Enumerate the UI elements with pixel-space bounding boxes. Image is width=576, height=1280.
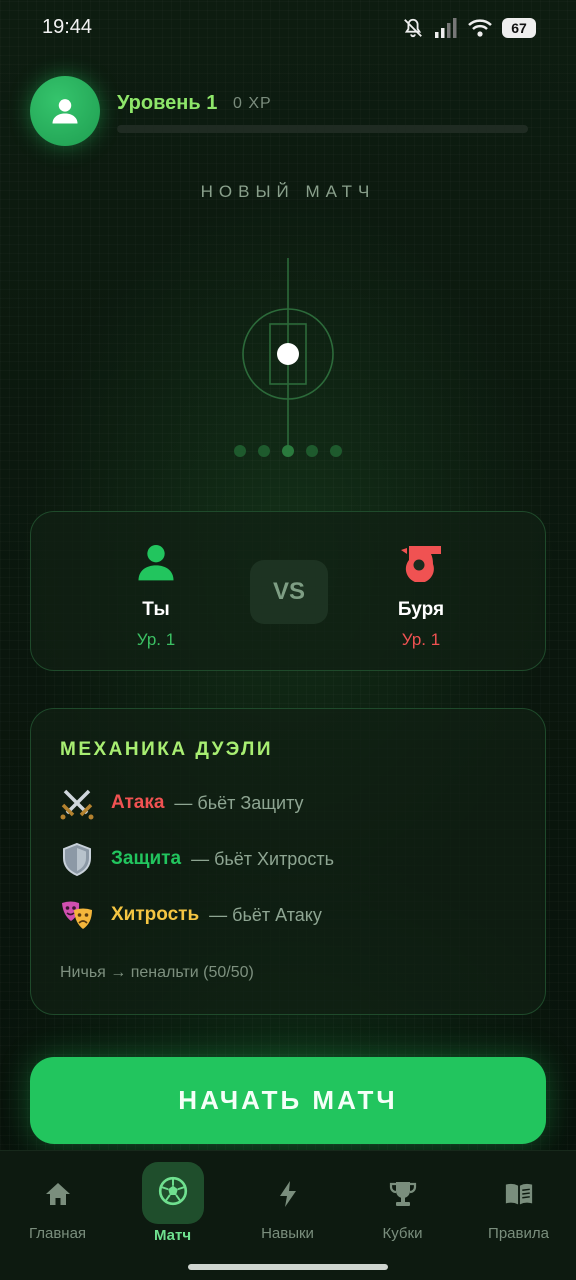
theater-masks-icon xyxy=(62,901,92,929)
nav-item-home[interactable]: Главная xyxy=(0,1151,115,1251)
opponent-name: Буря xyxy=(397,599,445,620)
mute-icon xyxy=(404,18,422,38)
lightning-icon xyxy=(279,1181,296,1207)
mechanic-name: Защита xyxy=(111,848,182,869)
carousel-dot xyxy=(330,445,342,457)
xp-label: 0 XP xyxy=(233,95,272,112)
crossed-swords-icon xyxy=(60,789,94,820)
mechanics-title: МЕХАНИКА ДУЭЛИ xyxy=(60,739,273,760)
bottom-navigation: Главная Матч Навыки Кубки Правила xyxy=(0,1150,576,1280)
mechanic-desc: — бьёт Атаку xyxy=(209,904,322,925)
wifi-icon xyxy=(468,19,492,37)
battery-indicator: 67 xyxy=(502,18,536,38)
carousel-dots xyxy=(234,445,342,457)
nav-item-match[interactable]: Матч xyxy=(115,1151,230,1251)
mechanic-desc: — бьёт Хитрость xyxy=(191,848,334,869)
player-avatar-icon xyxy=(138,545,174,581)
trophy-icon xyxy=(389,1182,416,1206)
status-time: 19:44 xyxy=(42,16,93,38)
mechanic-row-attack: Атака — бьёт Защиту xyxy=(59,785,304,821)
mechanic-row-defense: Защита — бьёт Хитрость xyxy=(59,841,334,877)
signal-icon xyxy=(435,18,457,38)
user-icon xyxy=(52,99,78,124)
tie-rule-note: Ничья → пенальти (50/50) xyxy=(60,964,254,981)
vs-badge: VS xyxy=(250,560,328,624)
xp-progress-bar xyxy=(117,125,528,133)
soccer-ball-icon xyxy=(158,1176,187,1206)
screen-title: НОВЫЙ МАТЧ xyxy=(200,182,376,201)
player-level: Ур. 1 xyxy=(136,630,176,649)
mechanic-name: Атака xyxy=(111,792,165,813)
mechanics-card: МЕХАНИКА ДУЭЛИ Атака — бьёт Защиту Защит… xyxy=(30,708,546,1015)
player-name: Ты xyxy=(142,599,170,620)
soccer-field-illustration xyxy=(242,258,334,450)
nav-item-rules[interactable]: Правила xyxy=(461,1151,576,1251)
level-label: Уровень 1 xyxy=(117,92,218,114)
shield-icon xyxy=(63,842,91,877)
mechanic-row-trick: Хитрость — бьёт Атаку xyxy=(59,897,322,933)
nav-item-trophies[interactable]: Кубки xyxy=(345,1151,460,1251)
carousel-dot xyxy=(258,445,270,457)
home-icon xyxy=(45,1183,70,1205)
opponent-block: Буря Ур. 1 xyxy=(361,542,481,650)
carousel-dot xyxy=(306,445,318,457)
home-indicator[interactable] xyxy=(188,1264,388,1270)
ball-marker xyxy=(277,343,299,365)
player-block: Ты Ур. 1 xyxy=(96,542,216,650)
carousel-dot xyxy=(234,445,246,457)
matchup-card: Ты Ур. 1 VS Буря Ур. 1 xyxy=(30,511,546,671)
avatar[interactable] xyxy=(30,76,100,146)
status-icons: 67 xyxy=(402,16,536,40)
book-icon xyxy=(505,1183,532,1205)
mechanic-desc: — бьёт Защиту xyxy=(174,792,304,813)
mechanic-name: Хитрость xyxy=(111,904,200,925)
start-match-button[interactable]: НАЧАТЬ МАТЧ xyxy=(30,1057,546,1144)
carousel-dot xyxy=(282,445,294,457)
whistle-icon xyxy=(401,546,441,583)
nav-item-skills[interactable]: Навыки xyxy=(230,1151,345,1251)
opponent-level: Ур. 1 xyxy=(401,630,441,649)
